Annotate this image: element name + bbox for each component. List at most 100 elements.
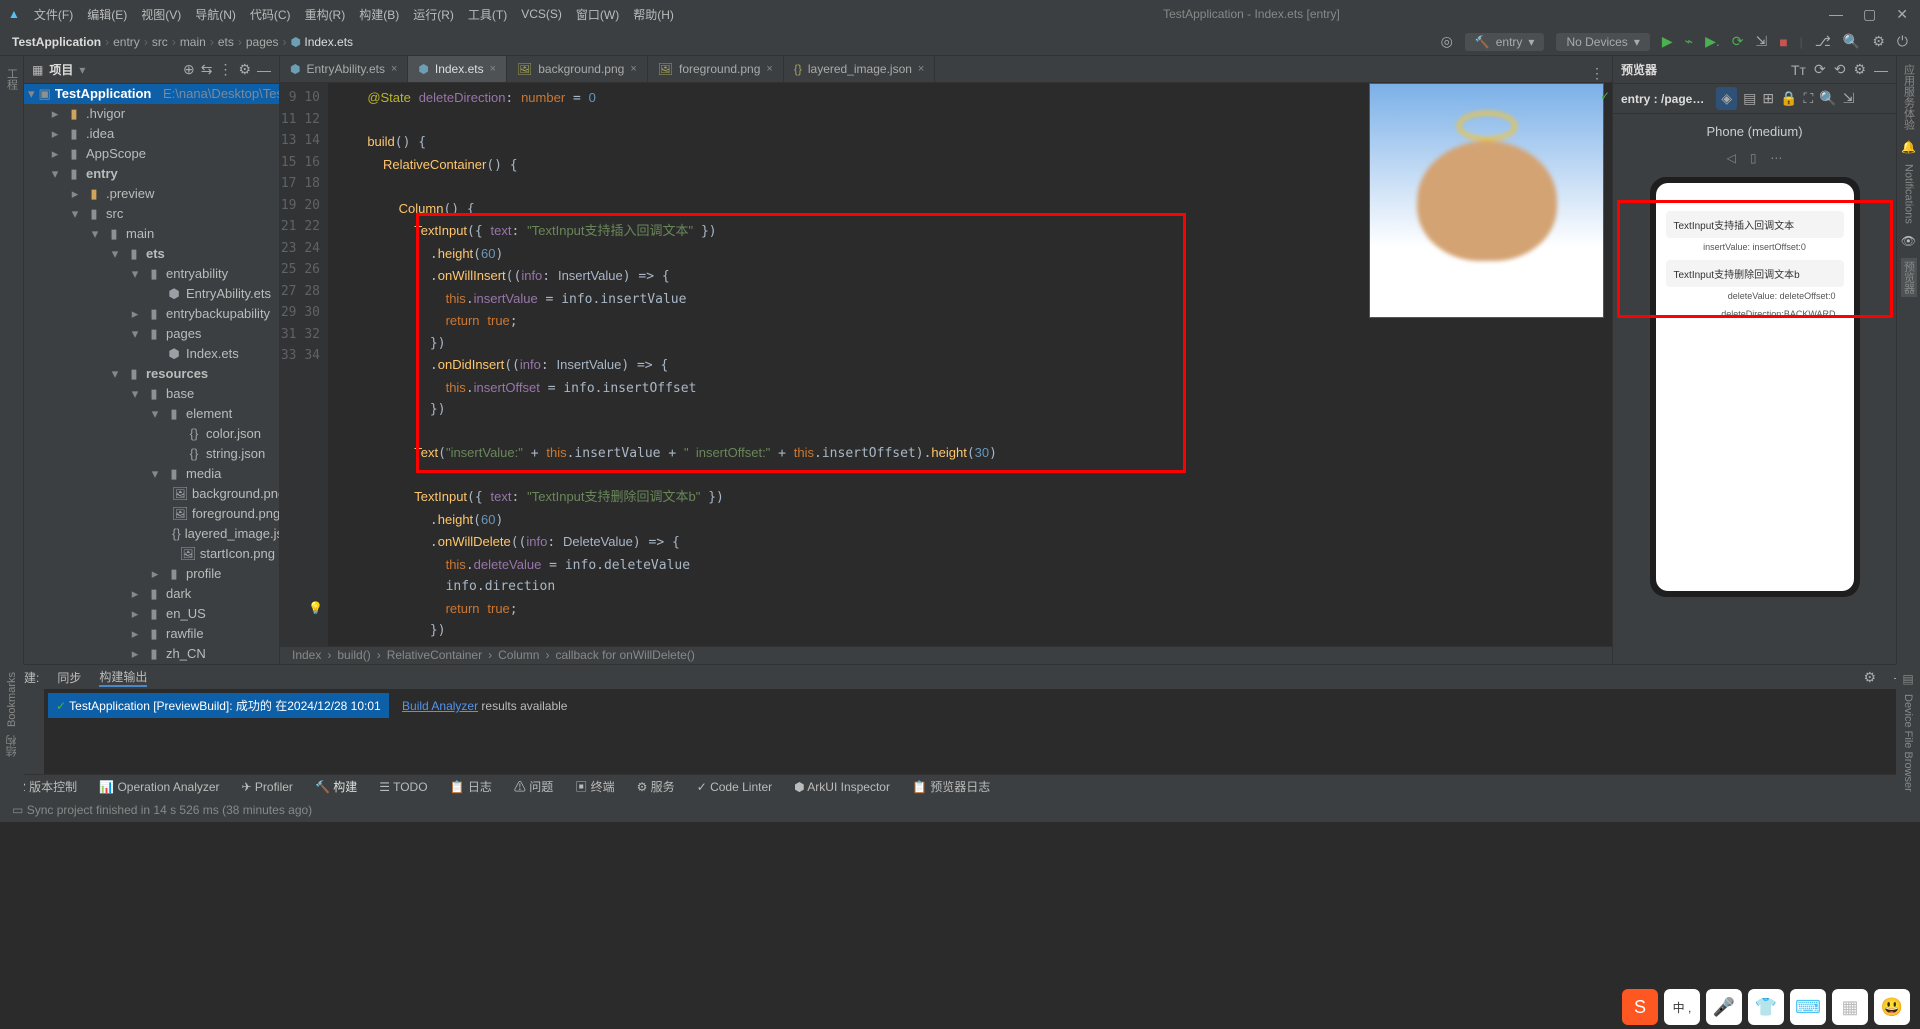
search-icon[interactable]: 🔍 bbox=[1843, 33, 1860, 50]
more-icon[interactable]: ⏻ bbox=[1897, 33, 1908, 50]
tree-root[interactable]: ▾▣TestApplication E:\nana\Desktop\Tes... bbox=[24, 84, 279, 104]
branch-icon[interactable]: ⎇ bbox=[1815, 33, 1831, 50]
output-tab[interactable]: 构建输出 bbox=[99, 668, 147, 687]
menu-run[interactable]: 运行(R) bbox=[413, 6, 454, 23]
tree-profile[interactable]: ▸▮profile bbox=[24, 564, 279, 584]
menu-file[interactable]: 文件(F) bbox=[34, 6, 73, 23]
bc-0[interactable]: TestApplication bbox=[12, 35, 101, 49]
hide-icon[interactable]: — bbox=[257, 62, 271, 78]
tab-foreground[interactable]: 🖼foreground.png× bbox=[648, 56, 784, 82]
bc-2[interactable]: src bbox=[152, 35, 168, 49]
eye-icon[interactable]: 👁 bbox=[1901, 234, 1916, 248]
menu-edit[interactable]: 编辑(E) bbox=[87, 6, 127, 23]
maximize-icon[interactable]: ▢ bbox=[1863, 6, 1876, 23]
tab-layered[interactable]: {}layered_image.json× bbox=[784, 56, 936, 82]
rail-devicefile[interactable]: Device File Browser bbox=[1902, 694, 1914, 792]
device-file-icon[interactable]: ▤ bbox=[1902, 672, 1913, 686]
crop-icon[interactable]: ⛶ bbox=[1804, 90, 1814, 107]
rail-bookmarks[interactable]: Bookmarks bbox=[6, 672, 18, 727]
tree-rawfile[interactable]: ▸▮rawfile bbox=[24, 624, 279, 644]
ime-grid[interactable]: ▦ bbox=[1832, 989, 1868, 1025]
btab-op[interactable]: 📊 Operation Analyzer bbox=[99, 780, 219, 794]
tree-entry[interactable]: ▾▮entry bbox=[24, 164, 279, 184]
tree-color[interactable]: {}color.json bbox=[24, 424, 279, 444]
menu-window[interactable]: 窗口(W) bbox=[576, 6, 619, 23]
tree-pages[interactable]: ▾▮pages bbox=[24, 324, 279, 344]
tree-preview[interactable]: ▸▮.preview bbox=[24, 184, 279, 204]
tab-background[interactable]: 🖼background.png× bbox=[507, 56, 648, 82]
bc-4[interactable]: ets bbox=[218, 35, 234, 49]
locate-icon[interactable]: ⊕ bbox=[183, 61, 195, 78]
tree-base[interactable]: ▾▮base bbox=[24, 384, 279, 404]
tree-ets[interactable]: ▾▮ets bbox=[24, 244, 279, 264]
ime-keyboard[interactable]: ⌨ bbox=[1790, 989, 1826, 1025]
ime-icon[interactable]: S bbox=[1622, 989, 1658, 1025]
tree-resources[interactable]: ▾▮resources bbox=[24, 364, 279, 384]
tree-hvigor[interactable]: ▸▮.hvigor bbox=[24, 104, 279, 124]
ime-clothes[interactable]: 👕 bbox=[1748, 989, 1784, 1025]
ime-lang[interactable]: 中 , bbox=[1664, 989, 1700, 1025]
run-config-select[interactable]: 🔨 entry ▾ bbox=[1465, 33, 1545, 51]
tab-entryability[interactable]: ⬢EntryAbility.ets× bbox=[280, 56, 408, 82]
layers-icon[interactable]: ▤ bbox=[1743, 90, 1756, 107]
ellipsis-icon[interactable]: ⋯ bbox=[1770, 151, 1782, 165]
run-button[interactable]: ▶ bbox=[1662, 33, 1673, 50]
btab-log[interactable]: 📋 日志 bbox=[450, 778, 492, 795]
tree-layered[interactable]: {}layered_image.js bbox=[24, 524, 279, 544]
menu-vcs[interactable]: VCS(S) bbox=[521, 7, 562, 21]
rail-notifications[interactable]: Notifications bbox=[1903, 164, 1915, 224]
menu-build[interactable]: 构建(B) bbox=[359, 6, 399, 23]
minimize-icon[interactable]: — bbox=[1829, 6, 1843, 23]
coverage-button[interactable]: ▶. bbox=[1705, 33, 1720, 50]
close-icon[interactable]: × bbox=[630, 63, 636, 75]
zoom-icon[interactable]: 🔍 bbox=[1819, 90, 1836, 107]
rail-previewer[interactable]: 预览器 bbox=[1901, 258, 1917, 297]
tree-media[interactable]: ▾▮media bbox=[24, 464, 279, 484]
bc-6[interactable]: ⬢ Index.ets bbox=[291, 35, 354, 49]
gear-icon[interactable]: ⚙ bbox=[1853, 61, 1866, 78]
gear-icon[interactable]: ⚙ bbox=[1863, 669, 1876, 686]
grid-icon[interactable]: ⊞ bbox=[1762, 90, 1774, 107]
ime-emoji[interactable]: 😃 bbox=[1874, 989, 1910, 1025]
btab-profiler[interactable]: ✈ Profiler bbox=[242, 780, 293, 794]
tree-element[interactable]: ▾▮element bbox=[24, 404, 279, 424]
close-icon[interactable]: × bbox=[918, 63, 924, 75]
inspect-icon[interactable]: ◈ bbox=[1716, 87, 1737, 110]
tree-string[interactable]: {}string.json bbox=[24, 444, 279, 464]
device-select[interactable]: No Devices ▾ bbox=[1556, 33, 1649, 51]
btab-problems[interactable]: ⚠ 问题 bbox=[514, 778, 553, 795]
collapse-icon[interactable]: ⋮ bbox=[218, 61, 232, 78]
bell-icon[interactable]: 🔔 bbox=[1901, 140, 1916, 154]
btab-prevlog[interactable]: 📋 预览器日志 bbox=[912, 778, 990, 795]
attach-button[interactable]: ⇲ bbox=[1755, 33, 1767, 50]
hide-icon[interactable]: — bbox=[1874, 62, 1888, 78]
rail-experience[interactable]: 应用服务体验 bbox=[1901, 64, 1917, 130]
tree-starticon[interactable]: 🖼startIcon.png bbox=[24, 544, 279, 564]
close-icon[interactable]: × bbox=[490, 63, 496, 75]
build-analyzer-link[interactable]: Build Analyzer bbox=[402, 699, 478, 713]
lock-icon[interactable]: 🔒 bbox=[1780, 90, 1797, 107]
menu-view[interactable]: 视图(V) bbox=[141, 6, 181, 23]
btab-terminal[interactable]: ▣ 终端 bbox=[575, 778, 614, 795]
btab-services[interactable]: ⚙ 服务 bbox=[637, 778, 675, 795]
tree-fg[interactable]: 🖼foreground.png bbox=[24, 504, 279, 524]
tree-idea[interactable]: ▸▮.idea bbox=[24, 124, 279, 144]
close-icon[interactable]: ✕ bbox=[1896, 6, 1908, 23]
menu-nav[interactable]: 导航(N) bbox=[195, 6, 236, 23]
close-icon[interactable]: × bbox=[391, 63, 397, 75]
refresh-icon[interactable]: ⟳ bbox=[1814, 61, 1826, 78]
enav-0[interactable]: Index bbox=[292, 648, 321, 662]
bc-5[interactable]: pages bbox=[246, 35, 279, 49]
sync-tab[interactable]: 同步 bbox=[57, 669, 81, 686]
btab-arkui[interactable]: ⬢ ArkUI Inspector bbox=[794, 780, 890, 794]
rail-structure[interactable]: 结构 bbox=[4, 735, 20, 757]
tree-bg[interactable]: 🖼background.png bbox=[24, 484, 279, 504]
ime-voice[interactable]: 🎤 bbox=[1706, 989, 1742, 1025]
project-tree[interactable]: ▾▣TestApplication E:\nana\Desktop\Tes...… bbox=[24, 84, 279, 664]
back-icon[interactable]: ◁ bbox=[1727, 151, 1736, 165]
enav-2[interactable]: RelativeContainer bbox=[387, 648, 482, 662]
bc-1[interactable]: entry bbox=[113, 35, 140, 49]
bulb-icon[interactable]: 💡 bbox=[308, 598, 323, 620]
enav-1[interactable]: build() bbox=[337, 648, 370, 662]
menu-help[interactable]: 帮助(H) bbox=[633, 6, 674, 23]
